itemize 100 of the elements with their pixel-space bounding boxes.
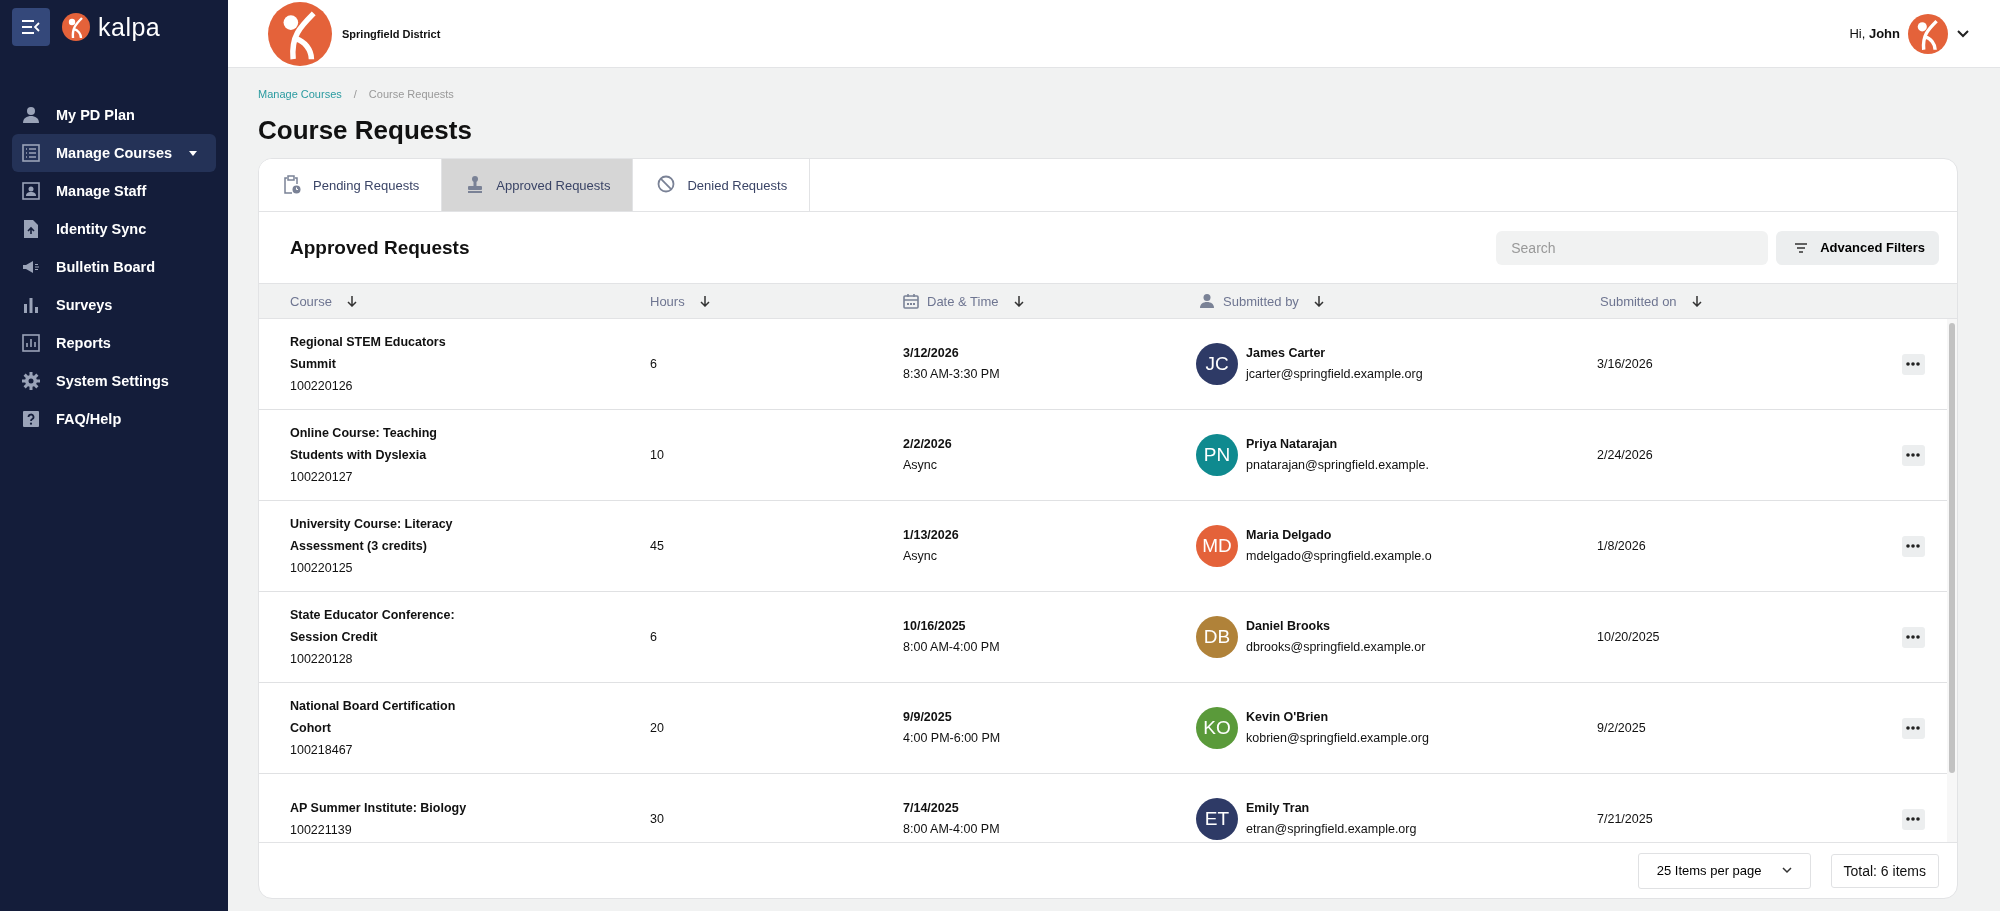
- nav-item[interactable]: System Settings: [12, 362, 216, 400]
- person-icon: [22, 106, 40, 124]
- advanced-filters-button[interactable]: Advanced Filters: [1776, 230, 1939, 265]
- hours-cell: 20: [650, 721, 664, 735]
- hours-cell: 6: [650, 630, 657, 644]
- time-text: Async: [903, 548, 939, 565]
- time-text: 8:30 AM-3:30 PM: [903, 366, 1001, 383]
- course-name: Regional STEM Educators Summit: [290, 334, 447, 373]
- search-field[interactable]: Search: [1496, 230, 1769, 265]
- avatar-initials: JC: [1196, 343, 1238, 385]
- nav-item[interactable]: My PD Plan: [12, 96, 216, 134]
- submitted-date: 10/20/2025: [1597, 630, 1660, 644]
- ellipsis-icon: [1906, 362, 1920, 366]
- items-per-page-dropdown[interactable]: 25 Items per page: [1637, 852, 1811, 889]
- column-header[interactable]: Course: [290, 293, 358, 309]
- id-card-icon: [22, 182, 40, 200]
- course-id: 100221139: [290, 822, 353, 839]
- course-id: 100220128: [290, 651, 354, 668]
- nav-item[interactable]: Manage Courses: [12, 134, 216, 172]
- more-actions-button[interactable]: [1901, 717, 1925, 739]
- nav-item[interactable]: FAQ/Help: [12, 400, 216, 438]
- hours-cell: 6: [650, 357, 657, 371]
- scrollbar[interactable]: [1947, 319, 1957, 842]
- person-email: etran@springfield.example.org: [1246, 821, 1417, 838]
- stamp-icon: [466, 175, 485, 195]
- report-icon: [22, 334, 40, 352]
- menu-collapse-icon: [21, 19, 41, 35]
- more-actions-button[interactable]: [1901, 808, 1925, 830]
- avatar-initials: ET: [1196, 798, 1238, 840]
- person-email: dbrooks@springfield.example.or: [1246, 639, 1426, 656]
- tab[interactable]: Approved Requests: [442, 159, 634, 211]
- more-actions-button[interactable]: [1901, 353, 1925, 375]
- chevron-down-icon[interactable]: [1956, 28, 1970, 39]
- submitted-date: 9/2/2025: [1597, 721, 1646, 735]
- ellipsis-icon: [1906, 817, 1920, 821]
- course-name: AP Summer Institute: Biology: [290, 800, 468, 817]
- filter-icon: [1794, 241, 1809, 254]
- breadcrumb-current: Course Requests: [368, 88, 454, 100]
- course-name: State Educator Conference: Session Credit: [290, 607, 456, 646]
- submitted-date: 3/16/2026: [1597, 357, 1653, 371]
- course-id: 100220126: [290, 378, 354, 395]
- avatar-initials: KO: [1196, 707, 1238, 749]
- collapse-menu-button[interactable]: [12, 8, 50, 46]
- person-name: Emily Tran: [1246, 800, 1311, 817]
- nav-item[interactable]: Surveys: [12, 286, 216, 324]
- more-actions-button[interactable]: [1901, 535, 1925, 557]
- sort-arrow-icon: [1012, 295, 1025, 307]
- greeting-text: Hi, John: [1849, 26, 1900, 41]
- tab[interactable]: Pending Requests: [259, 159, 443, 211]
- hours-cell: 10: [650, 448, 664, 462]
- ellipsis-icon: [1906, 635, 1920, 639]
- column-header[interactable]: Submitted by: [1223, 293, 1325, 309]
- breadcrumb-separator: /: [353, 88, 357, 100]
- sort-arrow-icon: [1690, 295, 1703, 307]
- page-title: Course Requests: [258, 114, 473, 146]
- user-avatar-icon[interactable]: [1908, 13, 1948, 54]
- time-text: 8:00 AM-4:00 PM: [903, 639, 1001, 656]
- column-header[interactable]: Hours: [650, 293, 711, 309]
- person-icon: [1199, 293, 1215, 309]
- date-text: 9/9/2025: [903, 709, 953, 726]
- column-header[interactable]: Date & Time: [927, 293, 1025, 309]
- calendar-icon: [903, 293, 919, 309]
- person-email: kobrien@springfield.example.org: [1246, 730, 1429, 747]
- hours-cell: 45: [650, 539, 664, 553]
- avatar-initials: DB: [1196, 616, 1238, 658]
- person-email: mdelgado@springfield.example.o: [1246, 548, 1432, 565]
- hours-cell: 30: [650, 812, 664, 826]
- column-header[interactable]: Submitted on: [1600, 293, 1703, 309]
- submitted-date: 7/21/2025: [1597, 812, 1653, 826]
- submitted-date: 1/8/2026: [1597, 539, 1646, 553]
- clipboard-clock-icon: [283, 175, 301, 195]
- course-id: 100218467: [290, 742, 354, 759]
- district-name: Springfield District: [342, 27, 441, 40]
- ellipsis-icon: [1906, 544, 1920, 548]
- person-name: James Carter: [1246, 345, 1327, 362]
- ellipsis-icon: [1906, 453, 1920, 457]
- more-actions-button[interactable]: [1901, 626, 1925, 648]
- submitted-date: 2/24/2026: [1597, 448, 1653, 462]
- date-text: 1/13/2026: [903, 527, 960, 544]
- person-name: Maria Delgado: [1246, 527, 1333, 544]
- sort-arrow-icon: [1312, 295, 1325, 307]
- section-title: Approved Requests: [290, 236, 470, 259]
- ellipsis-icon: [1906, 726, 1920, 730]
- more-actions-button[interactable]: [1901, 444, 1925, 466]
- course-id: 100220125: [290, 560, 354, 577]
- time-text: Async: [903, 457, 939, 474]
- file-upload-icon: [22, 220, 40, 238]
- nav-item[interactable]: Manage Staff: [12, 172, 216, 210]
- gear-icon: [22, 372, 40, 390]
- nav-item[interactable]: Identity Sync: [12, 210, 216, 248]
- date-text: 2/2/2026: [903, 436, 953, 453]
- course-name: Online Course: Teaching Students with Dyslexia: [290, 425, 438, 464]
- avatar-initials: MD: [1196, 525, 1238, 567]
- date-text: 10/16/2025: [903, 618, 967, 635]
- person-email: jcarter@springfield.example.org: [1246, 366, 1423, 383]
- course-id: 100220127: [290, 469, 354, 486]
- chevron-down-icon: [1781, 867, 1792, 874]
- megaphone-icon: [22, 258, 40, 276]
- nav-item[interactable]: Reports: [12, 324, 216, 362]
- nav-item[interactable]: Bulletin Board: [12, 248, 216, 286]
